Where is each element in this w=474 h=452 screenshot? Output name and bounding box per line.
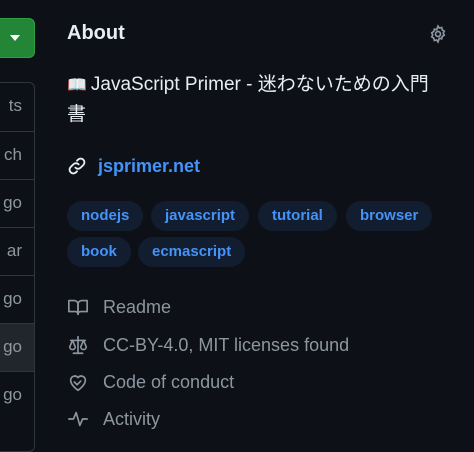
side-list-item-label: go: [3, 289, 22, 308]
code-of-conduct-link[interactable]: Code of conduct: [67, 370, 234, 394]
law-scale-icon: [68, 335, 88, 355]
side-list-item-label: go: [3, 193, 22, 212]
left-column: ts ch go ar go go go: [0, 0, 36, 452]
side-list-item[interactable]: go: [0, 179, 34, 227]
topic-tag-browser[interactable]: browser: [346, 201, 433, 231]
caret-down-icon: [10, 35, 20, 41]
side-list-item-label: go: [3, 385, 22, 404]
license-link[interactable]: CC-BY-4.0, MIT licenses found: [67, 333, 349, 357]
side-list-item[interactable]: ts: [0, 83, 34, 131]
book-icon: [68, 299, 88, 316]
readme-link[interactable]: Readme: [67, 295, 171, 319]
side-list-item-label: go: [3, 337, 22, 356]
link-icon: [68, 157, 86, 175]
activity-label: Activity: [103, 408, 161, 429]
side-list-item-selected[interactable]: go: [0, 323, 34, 371]
topic-tag-ecmascript[interactable]: ecmascript: [138, 237, 246, 267]
book-emoji-icon: 📖: [67, 77, 87, 94]
about-heading: About: [67, 22, 125, 44]
side-list-item[interactable]: ar: [0, 227, 34, 275]
topic-tag-tutorial[interactable]: tutorial: [258, 201, 337, 231]
side-list: ts ch go ar go go go: [0, 82, 35, 452]
license-label: CC-BY-4.0, MIT licenses found: [103, 334, 350, 355]
gear-icon[interactable]: [428, 24, 448, 44]
side-list-item[interactable]: go: [0, 275, 34, 323]
side-list-item-label: ch: [4, 145, 22, 164]
readme-label: Readme: [103, 296, 172, 317]
code-dropdown-button[interactable]: [0, 18, 35, 58]
side-list-item[interactable]: ch: [0, 131, 34, 179]
pulse-icon: [68, 411, 88, 427]
side-list-item[interactable]: go: [0, 371, 34, 419]
code-of-conduct-heart-icon: [69, 375, 87, 392]
topic-tag-javascript[interactable]: javascript: [151, 201, 250, 231]
code-of-conduct-label: Code of conduct: [103, 371, 235, 392]
website-row: jsprimer.net: [67, 154, 200, 178]
side-list-item-label: ts: [8, 96, 22, 115]
topic-tag-nodejs[interactable]: nodejs: [67, 201, 144, 231]
repo-description: 📖 JavaScript Primer - 迷わないための入門書: [67, 70, 447, 129]
activity-link[interactable]: Activity: [67, 407, 160, 431]
topic-tag-book[interactable]: book: [67, 237, 131, 267]
side-list-item-label: ar: [6, 241, 22, 260]
description-text: JavaScript Primer - 迷わないための入門書: [67, 74, 429, 125]
website-link[interactable]: jsprimer.net: [98, 156, 200, 177]
